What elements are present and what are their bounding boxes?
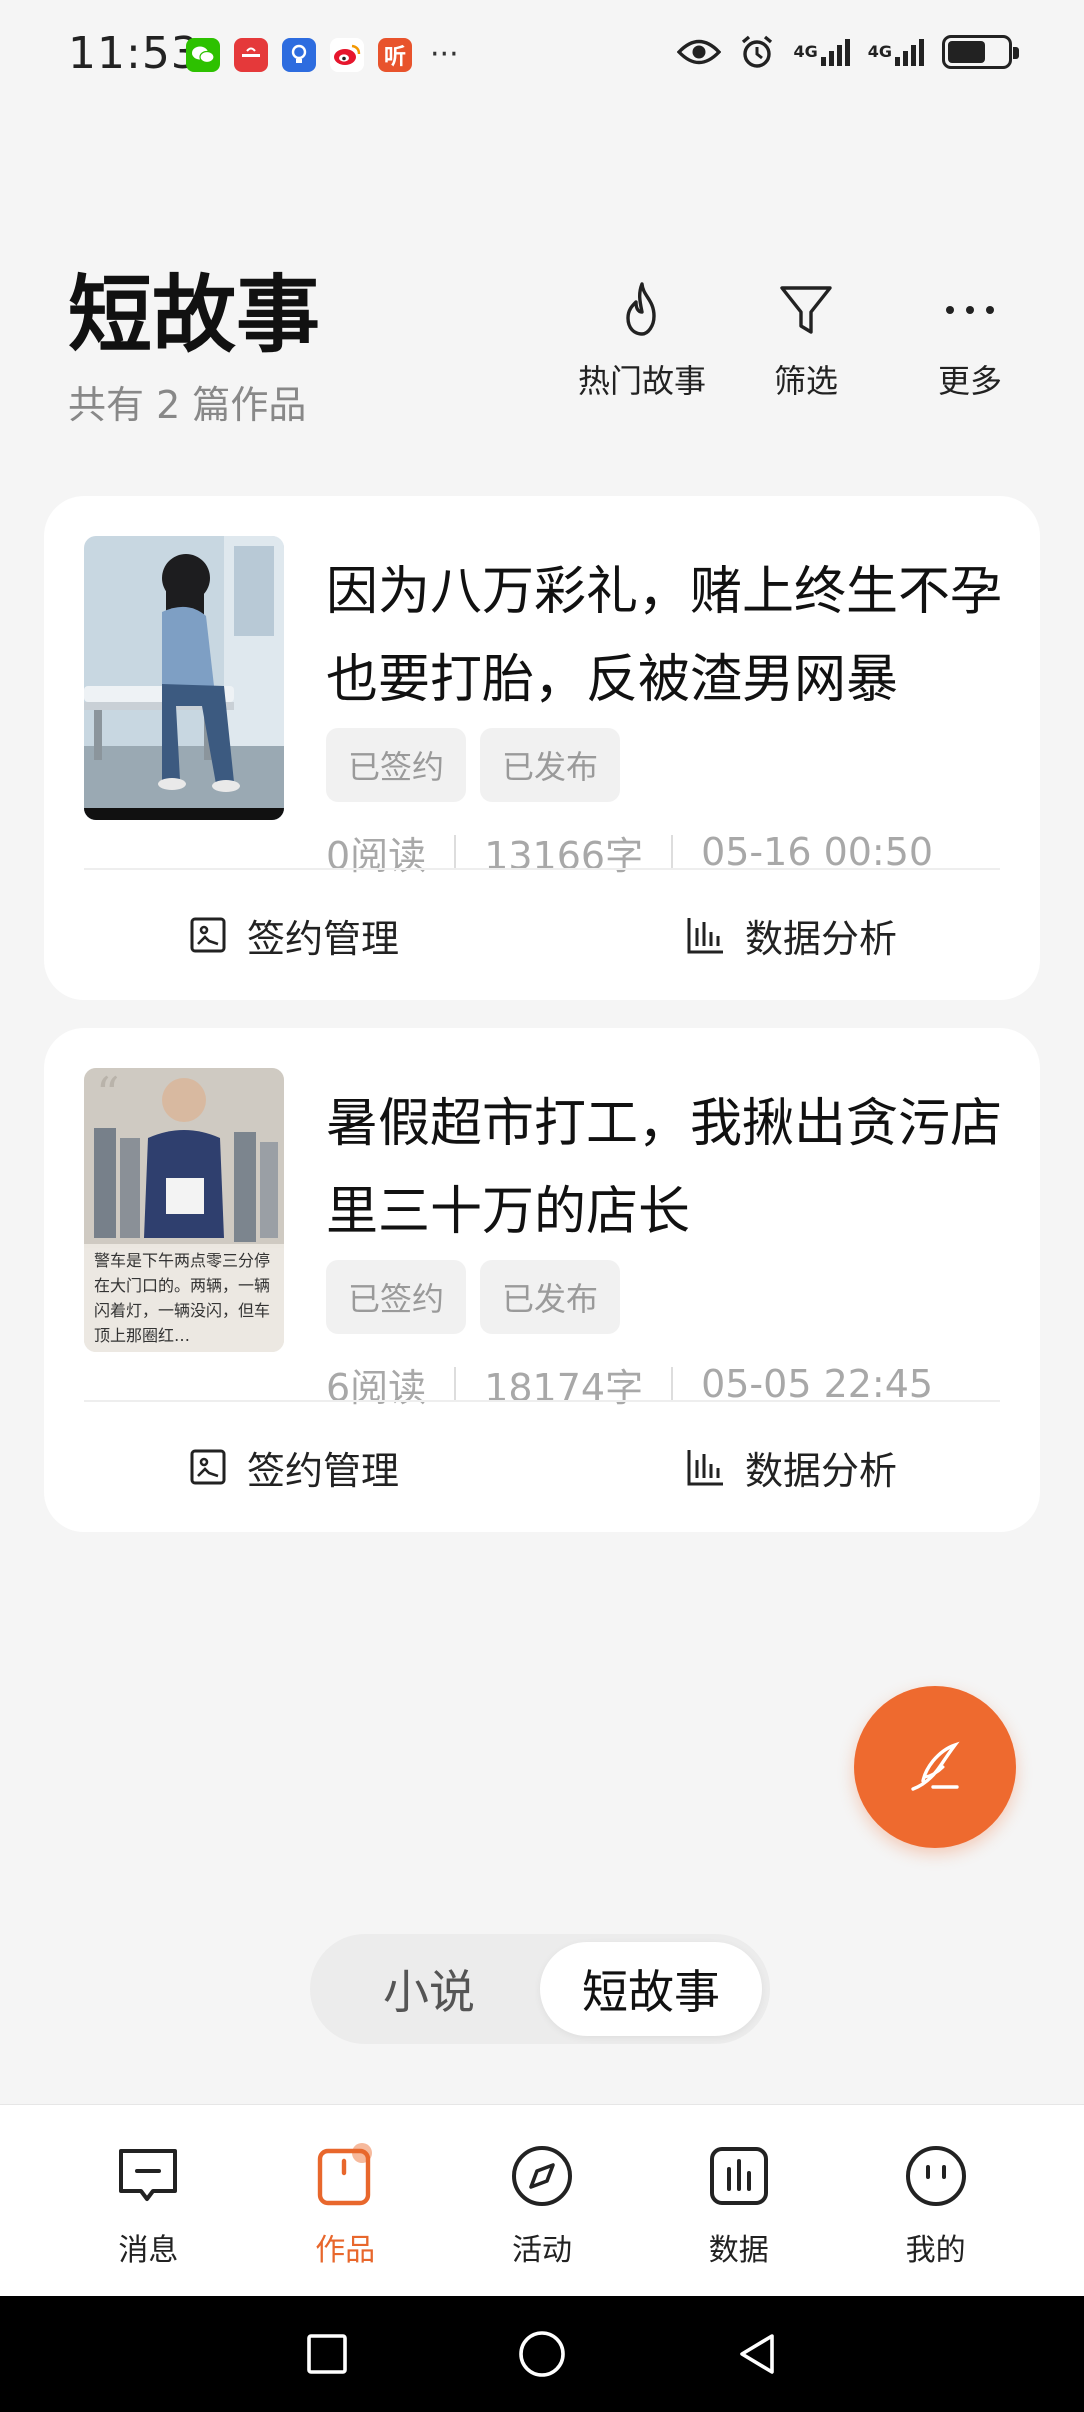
recent-apps-button[interactable]	[297, 2324, 357, 2384]
status-bar: 11:53 听 ··· 4G 4G	[0, 0, 1084, 110]
contract-management-label: 签约管理	[246, 916, 399, 961]
back-triangle-icon	[739, 2334, 774, 2374]
contract-icon	[190, 917, 226, 953]
meta-divider	[671, 835, 674, 869]
contract-management-label: 签约管理	[246, 1448, 399, 1493]
works-count: 共有 2 篇作品	[68, 383, 307, 427]
battery-icon	[942, 35, 1019, 69]
alarm-icon	[739, 34, 775, 70]
system-navigation-bar	[0, 2296, 1084, 2412]
story-card[interactable]: “ 警车是下午两点零三分停在大门口的。两辆，一辆闪着灯，一辆没闪，但车顶上那圈红…	[44, 1028, 1040, 1532]
story-tags: 已签约 已发布	[326, 728, 621, 802]
story-title[interactable]: 因为八万彩礼，赌上终生不孕也要打胎，反被渣男网暴	[326, 548, 1006, 724]
cover-excerpt: 警车是下午两点零三分停在大门口的。两辆，一辆闪着灯，一辆没闪，但车顶上那圈红…	[94, 1251, 271, 1345]
circle-icon	[519, 2331, 565, 2377]
quill-icon	[911, 1741, 960, 1791]
eye-icon	[677, 37, 722, 67]
signal-icon-1: 4G	[793, 37, 850, 67]
message-icon	[119, 2149, 178, 2201]
listen-app-icon: 听	[378, 38, 412, 72]
page-title: 短故事	[68, 265, 321, 364]
bottom-nav: 消息 作品 活动 数据 我的	[0, 2104, 1084, 2296]
works-icon	[317, 2143, 373, 2206]
contract-management-button[interactable]: 签约管理	[44, 1402, 542, 1532]
header-actions: 热门故事 筛选 更多	[560, 278, 1052, 402]
nav-label-data: 数据	[708, 2233, 769, 2268]
nav-item-messages[interactable]: 消息	[50, 2105, 247, 2296]
story-cover-image[interactable]	[84, 536, 284, 820]
nav-label-messages: 消息	[118, 2233, 179, 2268]
chart-icon	[709, 2147, 768, 2205]
filter-icon	[780, 286, 832, 334]
weibo-icon	[330, 38, 364, 72]
nav-item-profile[interactable]: 我的	[837, 2105, 1034, 2296]
compass-icon	[511, 2146, 572, 2206]
story-tags: 已签约 已发布	[326, 1260, 621, 1334]
square-icon	[307, 2334, 348, 2374]
card-actions: 签约管理 数据分析	[44, 870, 1040, 1000]
filter-button[interactable]: 筛选	[724, 278, 888, 402]
profile-icon	[905, 2146, 966, 2206]
contract-management-button[interactable]: 签约管理	[44, 870, 542, 1000]
card-actions: 签约管理 数据分析	[44, 1402, 1040, 1532]
content-type-toggle: 小说 短故事	[310, 1934, 770, 2044]
story-cover-image[interactable]: “ 警车是下午两点零三分停在大门口的。两辆，一辆闪着灯，一辆没闪，但车顶上那圈红…	[84, 1068, 284, 1352]
nav-item-data[interactable]: 数据	[640, 2105, 837, 2296]
hot-stories-button[interactable]: 热门故事	[560, 278, 724, 402]
home-button[interactable]	[512, 2324, 572, 2384]
bar-chart-icon	[687, 1450, 723, 1486]
contract-icon	[190, 1449, 226, 1485]
published-badge: 已发布	[480, 728, 621, 802]
tab-short-stories[interactable]: 短故事	[540, 1942, 762, 2036]
meta-divider	[454, 1367, 457, 1401]
notification-overflow: ···	[430, 37, 459, 72]
signed-badge: 已签约	[326, 1260, 467, 1334]
back-button[interactable]	[727, 2324, 787, 2384]
wechat-icon	[186, 38, 220, 72]
huawei-icon	[234, 38, 268, 72]
filter-label: 筛选	[773, 362, 838, 400]
nav-label-works: 作品	[315, 2233, 376, 2268]
more-label: 更多	[937, 362, 1002, 400]
system-icons: 4G 4G	[677, 34, 1019, 70]
data-analysis-label: 数据分析	[744, 916, 897, 961]
nav-item-works[interactable]: 作品	[247, 2105, 444, 2296]
status-time: 11:53	[68, 28, 200, 79]
tab-novel[interactable]: 小说	[318, 1942, 540, 2036]
more-icon	[946, 306, 994, 314]
signed-badge: 已签约	[326, 728, 467, 802]
nav-item-activities[interactable]: 活动	[444, 2105, 641, 2296]
published-badge: 已发布	[480, 1260, 621, 1334]
meta-divider	[454, 835, 457, 869]
more-button[interactable]: 更多	[888, 278, 1052, 402]
notification-icons: 听 ···	[186, 38, 459, 72]
signal-icon-2: 4G	[868, 37, 924, 67]
meta-divider	[671, 1367, 674, 1401]
nav-label-activities: 活动	[511, 2233, 572, 2268]
data-analysis-label: 数据分析	[744, 1448, 897, 1493]
write-button[interactable]	[854, 1686, 1016, 1848]
data-analysis-button[interactable]: 数据分析	[542, 870, 1040, 1000]
story-card[interactable]: 因为八万彩礼，赌上终生不孕也要打胎，反被渣男网暴 已签约 已发布 0阅读 131…	[44, 496, 1040, 1000]
hot-stories-label: 热门故事	[577, 362, 706, 400]
data-analysis-button[interactable]: 数据分析	[542, 1402, 1040, 1532]
story-title[interactable]: 暑假超市打工，我揪出贪污店里三十万的店长	[326, 1080, 1006, 1256]
svg-text:“: “	[96, 1068, 120, 1121]
bar-chart-icon	[687, 918, 723, 954]
flame-icon	[626, 282, 656, 336]
nav-label-profile: 我的	[905, 2233, 966, 2268]
bulb-icon	[282, 38, 316, 72]
